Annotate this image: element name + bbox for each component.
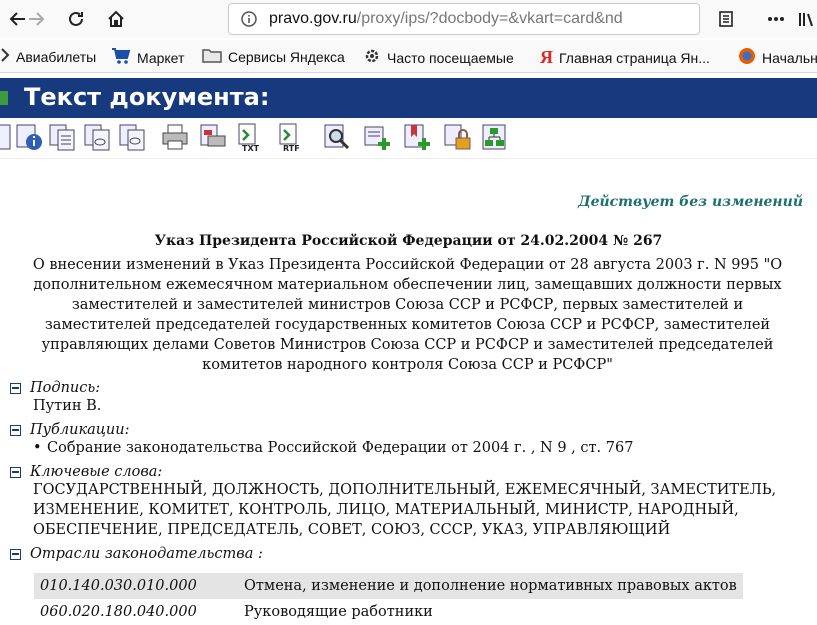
bookmark-most-visited[interactable]: Часто посещаемые <box>363 47 514 68</box>
printer-icon[interactable] <box>160 122 190 152</box>
add-to-folder-icon[interactable] <box>362 122 392 152</box>
url-text[interactable]: pravo.gov.ru/proxy/ips/?docbody=&vkart=c… <box>269 10 694 28</box>
bookmark-label: Авиабилеты <box>16 48 97 65</box>
bookmark-start[interactable]: Начальн <box>738 47 817 68</box>
bullet-icon: • <box>33 440 42 456</box>
document-toolbar: TXT RTF <box>0 118 817 159</box>
publications-section: Публикации: • Собрание законодательства Р… <box>10 422 633 458</box>
branches-table: 010.140.030.010.000 Отмена, изменение и … <box>34 573 743 625</box>
folder-icon <box>202 47 222 66</box>
info-icon <box>241 11 257 27</box>
branch-name: Отмена, изменение и дополнение нормативн… <box>238 573 743 599</box>
tree-icon[interactable] <box>480 122 510 152</box>
branches-section: Отрасли законодательства : <box>10 546 263 562</box>
home-icon <box>108 10 124 27</box>
cart-icon <box>111 47 131 68</box>
bookmark-label: Главная страница Ян... <box>559 49 710 66</box>
url-host: pravo.gov.ru <box>269 10 357 27</box>
signature-value: Путин В. <box>33 398 102 414</box>
publication-item: • Собрание законодательства Российской Фе… <box>33 438 633 458</box>
library-button[interactable] <box>792 5 817 33</box>
doc-related-icon[interactable] <box>117 122 147 152</box>
section-label: Ключевые слова: <box>30 464 163 480</box>
browser-navbar: pravo.gov.ru/proxy/ips/?docbody=&vkart=c… <box>0 0 817 38</box>
section-label: Подпись: <box>30 380 101 396</box>
table-row: 060.020.180.040.000 Руководящие работник… <box>34 599 743 625</box>
status-label: Действует без изменений <box>578 194 803 210</box>
save-rtf-icon[interactable]: RTF <box>275 122 305 152</box>
gear-icon <box>363 47 381 68</box>
section-label: Отрасли законодательства : <box>30 546 263 562</box>
more-dots-icon <box>768 17 784 21</box>
bookmark-yandex-services[interactable]: Сервисы Яндекса <box>202 47 345 66</box>
home-button[interactable] <box>102 5 130 33</box>
keywords-value: ГОСУДАРСТВЕННЫЙ, ДОЛЖНОСТЬ, ДОПОЛНИТЕЛЬН… <box>33 482 777 538</box>
branches-header[interactable]: Отрасли законодательства : <box>10 546 263 562</box>
reader-view-button[interactable] <box>712 5 740 33</box>
collapse-icon[interactable] <box>10 548 21 560</box>
branch-code: 010.140.030.010.000 <box>34 573 238 599</box>
lock-icon[interactable] <box>442 122 472 152</box>
bookmark-label: Начальн <box>762 49 817 66</box>
search-icon[interactable] <box>322 122 352 152</box>
collapse-icon[interactable] <box>10 424 21 436</box>
firefox-icon <box>738 47 756 68</box>
publication-text: Собрание законодательства Российской Фед… <box>47 440 634 456</box>
page-title: Текст документа: <box>24 83 270 111</box>
more-actions-button[interactable] <box>762 5 790 33</box>
reload-button[interactable] <box>62 5 90 33</box>
bookmark-label: Маркет <box>137 49 185 66</box>
document-header: Текст документа: <box>0 78 817 118</box>
section-label: Публикации: <box>30 422 130 438</box>
document-name: Указ Президента Российской Федерации от … <box>154 233 663 249</box>
reload-icon <box>69 11 83 26</box>
branch-code: 060.020.180.040.000 <box>40 604 197 620</box>
table-row: 010.140.030.010.000 Отмена, изменение и … <box>34 573 743 599</box>
bookmark-yandex-home[interactable]: Я Главная страница Ян... <box>540 47 710 68</box>
reader-view-icon <box>719 11 733 27</box>
bookmark-label: Сервисы Яндекса <box>228 48 345 65</box>
document-subtitle: О внесении изменений в Указ Президента Р… <box>32 257 783 373</box>
add-bookmark-icon[interactable] <box>402 122 432 152</box>
bookmark-aviabilety[interactable]: Авиабилеты <box>0 47 96 66</box>
svg-text:TXT: TXT <box>242 144 260 152</box>
save-txt-icon[interactable]: TXT <box>234 122 264 152</box>
bookmark-market[interactable]: Маркет <box>111 47 184 68</box>
print-preview-icon[interactable] <box>198 122 228 152</box>
keywords-header[interactable]: Ключевые слова: <box>10 464 793 480</box>
signature-section: Подпись: Путин В. <box>10 380 101 416</box>
collapse-icon[interactable] <box>10 466 21 478</box>
collapse-icon[interactable] <box>10 382 21 394</box>
doc-links-icon[interactable] <box>47 122 77 152</box>
keywords-section: Ключевые слова: ГОСУДАРСТВЕННЫЙ, ДОЛЖНОС… <box>10 464 793 540</box>
yandex-icon: Я <box>540 47 553 67</box>
address-bar[interactable]: pravo.gov.ru/proxy/ips/?docbody=&vkart=c… <box>228 3 700 35</box>
doc-link-chain-icon[interactable] <box>82 122 112 152</box>
header-marker <box>0 91 8 105</box>
library-icon <box>799 13 813 27</box>
branch-name: Руководящие работники <box>244 604 433 620</box>
svg-text:RTF: RTF <box>283 144 300 152</box>
signature-header[interactable]: Подпись: <box>10 380 101 396</box>
url-path: /proxy/ips/?docbody=&vkart=card&nd <box>356 10 623 27</box>
doc-info-icon[interactable] <box>14 122 44 152</box>
bookmarks-bar: Авиабилеты Маркет Сервисы Яндекса Часто … <box>0 40 817 73</box>
bookmark-label: Часто посещаемые <box>387 49 514 66</box>
forward-button[interactable] <box>22 5 50 33</box>
forward-arrow-icon <box>29 12 45 26</box>
airplane-icon <box>0 47 10 66</box>
publications-header[interactable]: Публикации: <box>10 422 633 438</box>
